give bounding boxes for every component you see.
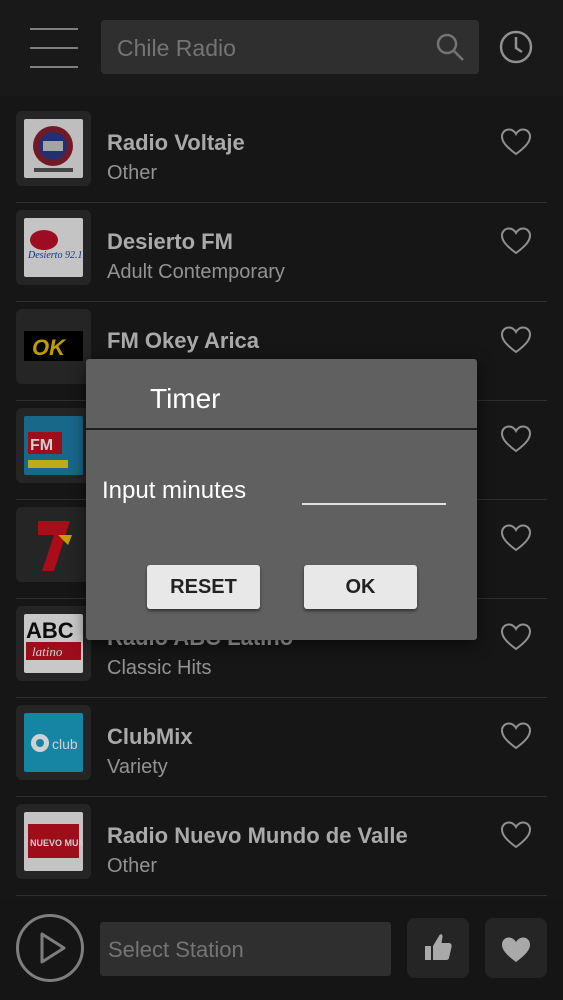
input-minutes-label: Input minutes xyxy=(102,477,247,504)
ok-button[interactable]: OK xyxy=(304,565,417,609)
reset-button[interactable]: RESET xyxy=(147,565,260,609)
minutes-input[interactable] xyxy=(302,471,446,505)
timer-dialog: Timer Input minutes RESET OK xyxy=(86,359,477,640)
dialog-divider xyxy=(86,428,477,430)
dialog-title: Timer xyxy=(150,383,221,414)
